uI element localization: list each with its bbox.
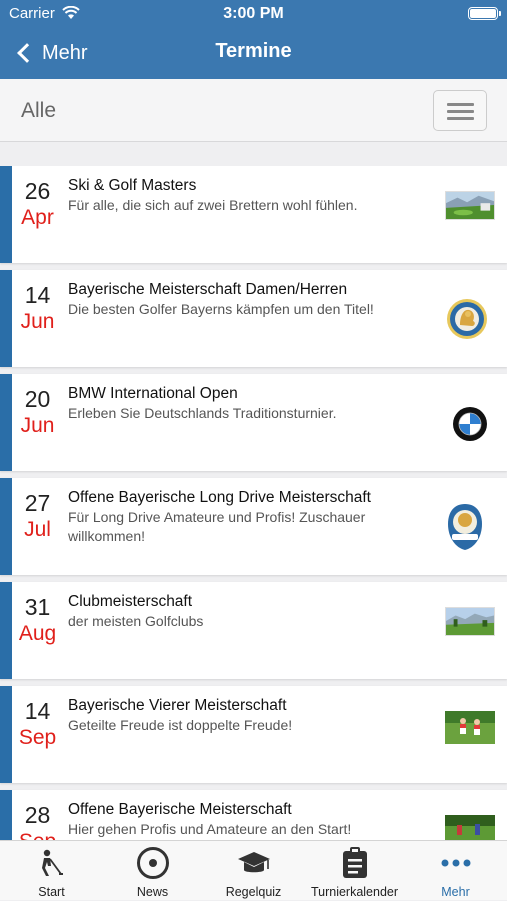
long-drive-logo bbox=[448, 504, 482, 550]
row-accent bbox=[0, 374, 12, 471]
bgv-lion-logo bbox=[447, 299, 487, 339]
event-row[interactable]: 31 Aug Clubmeisterschaft der meisten Gol… bbox=[0, 582, 507, 679]
event-description: Hier gehen Profis und Amateure an den St… bbox=[68, 821, 352, 837]
clipboard-icon bbox=[304, 847, 405, 879]
event-description: Die besten Golfer Bayerns kämpfen um den… bbox=[68, 301, 374, 317]
clock: 3:00 PM bbox=[223, 5, 284, 22]
event-month: Jun bbox=[20, 310, 55, 333]
event-description: Für alle, die sich auf zwei Brettern woh… bbox=[68, 197, 358, 213]
row-accent bbox=[0, 270, 12, 367]
event-list[interactable]: 26 Apr Ski & Golf Masters Für alle, die … bbox=[0, 166, 507, 840]
event-month: Sep bbox=[14, 830, 61, 840]
event-day: 26 bbox=[24, 178, 51, 204]
tab-bar: Start News Regelquiz Turnierkalender Meh… bbox=[0, 840, 507, 900]
row-accent bbox=[0, 166, 12, 263]
event-day: 31 bbox=[24, 594, 51, 620]
status-bar: Carrier 3:00 PM bbox=[0, 0, 507, 28]
event-description: Erleben Sie Deutschlands Traditionsturni… bbox=[68, 405, 337, 421]
page-title: Termine bbox=[215, 40, 292, 62]
event-day: 14 bbox=[24, 698, 51, 724]
event-description: Für Long Drive Amateure und Profis! Zusc… bbox=[68, 509, 366, 544]
event-title: Clubmeisterschaft bbox=[68, 593, 193, 610]
hamburger-icon-bar bbox=[447, 117, 474, 120]
filter-label: Alle bbox=[21, 99, 57, 122]
event-title: Offene Bayerische Long Drive Meisterscha… bbox=[68, 489, 371, 506]
row-accent bbox=[0, 686, 12, 783]
event-month: Apr bbox=[21, 206, 54, 229]
tab-label: Regelquiz bbox=[225, 885, 282, 899]
event-description: der meisten Golfclubs bbox=[68, 613, 204, 629]
filter-bar: Alle bbox=[0, 79, 507, 142]
event-row[interactable]: 28 Sep Offene Bayerische Meisterschaft H… bbox=[0, 790, 507, 840]
event-month: Jun bbox=[20, 414, 55, 437]
event-title: BMW International Open bbox=[68, 385, 238, 402]
event-month: Sep bbox=[18, 726, 57, 749]
tab-label: News bbox=[136, 885, 169, 899]
event-description: Geteilte Freude ist doppelte Freude! bbox=[68, 717, 293, 733]
golfer-icon bbox=[1, 847, 102, 879]
event-month: Aug bbox=[18, 622, 57, 645]
event-title: Ski & Golf Masters bbox=[68, 177, 197, 194]
hamburger-icon-bar bbox=[447, 110, 474, 113]
event-row[interactable]: 14 Jun Bayerische Meisterschaft Damen/He… bbox=[0, 270, 507, 367]
graduation-cap-icon bbox=[203, 847, 304, 879]
event-day: 14 bbox=[24, 282, 51, 308]
event-row[interactable]: 20 Jun BMW International Open Erleben Si… bbox=[0, 374, 507, 471]
navigation-bar: Mehr Termine bbox=[0, 28, 507, 79]
tab-regelquiz[interactable]: Regelquiz bbox=[203, 841, 304, 901]
event-title: Offene Bayerische Meisterschaft bbox=[68, 801, 292, 818]
event-month: Jul bbox=[24, 518, 51, 541]
event-row[interactable]: 26 Apr Ski & Golf Masters Für alle, die … bbox=[0, 166, 507, 263]
golfer-pair-photo bbox=[445, 711, 495, 744]
row-accent bbox=[0, 582, 12, 679]
tab-label: Turnierkalender bbox=[310, 885, 399, 899]
event-title: Bayerische Vierer Meisterschaft bbox=[68, 697, 287, 714]
target-icon bbox=[102, 847, 203, 879]
event-row[interactable]: 27 Jul Offene Bayerische Long Drive Meis… bbox=[0, 478, 507, 575]
golf-course-photo bbox=[445, 191, 495, 220]
golf-players-photo bbox=[445, 815, 495, 840]
tab-label: Start bbox=[38, 885, 65, 899]
event-day: 20 bbox=[24, 386, 51, 412]
tab-turnierkalender[interactable]: Turnierkalender bbox=[304, 841, 405, 901]
battery-icon bbox=[468, 7, 501, 20]
event-day: 27 bbox=[24, 490, 51, 516]
menu-toggle-button[interactable] bbox=[433, 90, 487, 131]
tab-mehr[interactable]: Mehr bbox=[405, 841, 506, 901]
event-day: 28 bbox=[24, 802, 51, 828]
more-dots-icon bbox=[405, 847, 506, 879]
hamburger-icon bbox=[447, 103, 474, 106]
tab-label: Mehr bbox=[441, 885, 470, 899]
bmw-logo bbox=[453, 407, 487, 441]
tab-news[interactable]: News bbox=[102, 841, 203, 901]
event-row[interactable]: 14 Sep Bayerische Vierer Meisterschaft G… bbox=[0, 686, 507, 783]
event-title: Bayerische Meisterschaft Damen/Herren bbox=[68, 281, 348, 298]
row-accent bbox=[0, 790, 12, 840]
golf-landscape-photo bbox=[445, 607, 495, 636]
tab-start[interactable]: Start bbox=[1, 841, 102, 901]
row-accent bbox=[0, 478, 12, 575]
